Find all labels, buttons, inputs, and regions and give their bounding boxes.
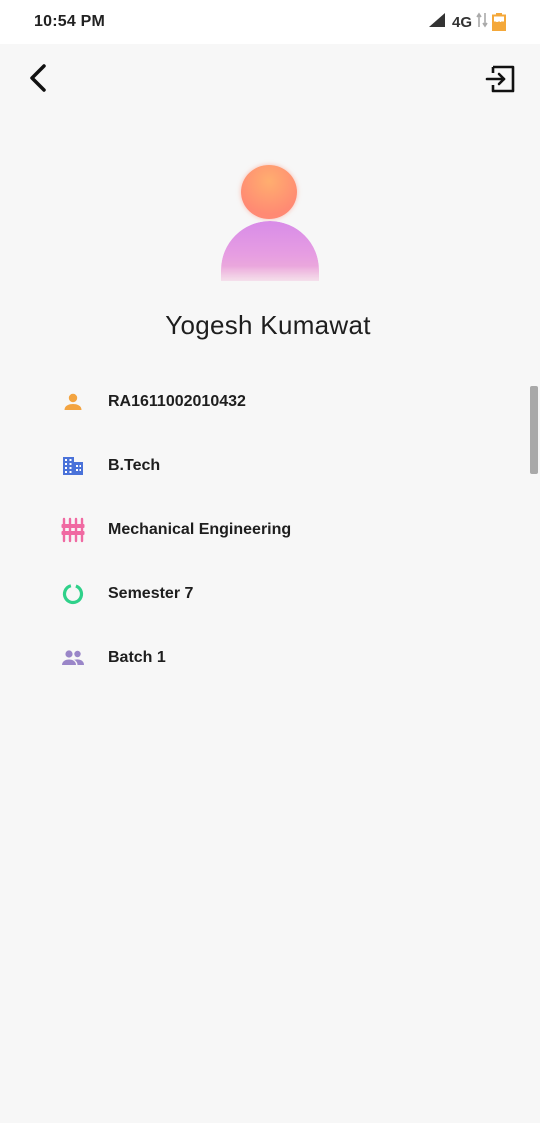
battery-level: 37 (495, 17, 503, 24)
battery-icon: 37 (492, 13, 506, 31)
logout-icon (485, 65, 515, 93)
profile-name: Yogesh Kumawat (165, 310, 371, 340)
batch: Batch 1 (108, 649, 166, 666)
back-button[interactable] (20, 58, 60, 98)
department: Mechanical Engineering (108, 521, 292, 538)
registration-number: RA1611002010432 (108, 393, 246, 410)
data-arrows-icon (476, 12, 488, 33)
info-item-semester: Semester 7 (0, 564, 540, 624)
group-icon (60, 645, 86, 671)
status-icons: 4G 37 (428, 12, 506, 32)
info-item-department: Mechanical Engineering (0, 500, 540, 560)
signal-icon (428, 12, 446, 33)
person-icon (60, 389, 86, 415)
info-item-degree: B.Tech (0, 436, 540, 496)
app-bar (0, 44, 540, 116)
tune-icon (60, 517, 86, 543)
status-bar: 10:54 PM 4G 37 (0, 0, 540, 44)
semester: Semester 7 (108, 585, 194, 602)
network-type: 4G (451, 13, 472, 31)
logout-button[interactable] (480, 58, 520, 98)
avatar (218, 162, 324, 284)
info-item-batch: Batch 1 (0, 628, 540, 688)
status-time: 10:54 PM (34, 13, 105, 30)
info-item-registration: RA1611002010432 (0, 372, 540, 432)
progress-ring-icon (60, 581, 86, 607)
back-arrow-icon (30, 64, 46, 92)
degree: B.Tech (108, 457, 161, 474)
avatar-head (241, 165, 297, 219)
avatar-body (221, 221, 319, 281)
scrollbar-thumb[interactable] (530, 386, 538, 474)
building-icon (60, 453, 86, 479)
